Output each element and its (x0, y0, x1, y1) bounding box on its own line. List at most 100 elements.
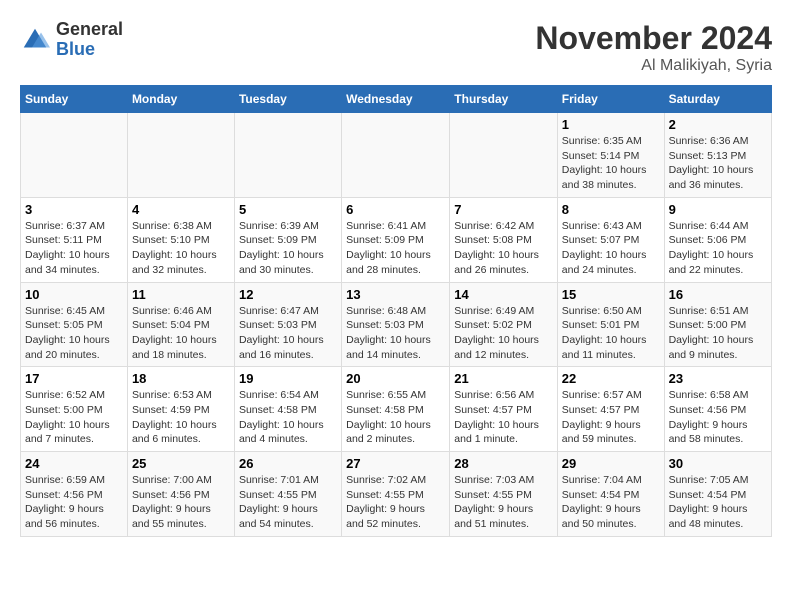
day-info: Sunrise: 6:38 AM Sunset: 5:10 PM Dayligh… (132, 219, 230, 278)
day-number: 26 (239, 456, 337, 471)
day-number: 2 (669, 117, 767, 132)
main-title: November 2024 (535, 20, 772, 57)
day-info: Sunrise: 7:05 AM Sunset: 4:54 PM Dayligh… (669, 473, 767, 532)
calendar-cell: 23Sunrise: 6:58 AM Sunset: 4:56 PM Dayli… (664, 367, 771, 452)
day-info: Sunrise: 7:02 AM Sunset: 4:55 PM Dayligh… (346, 473, 445, 532)
day-number: 1 (562, 117, 660, 132)
header-row: SundayMondayTuesdayWednesdayThursdayFrid… (21, 86, 772, 113)
day-info: Sunrise: 6:48 AM Sunset: 5:03 PM Dayligh… (346, 304, 445, 363)
day-number: 24 (25, 456, 123, 471)
calendar-cell: 2 Sunrise: 6:36 AM Sunset: 5:13 PM Daylig… (664, 113, 771, 198)
calendar-cell: 3Sunrise: 6:37 AM Sunset: 5:11 PM Daylig… (21, 197, 128, 282)
day-number: 15 (562, 287, 660, 302)
day-info: Sunrise: 6:57 AM Sunset: 4:57 PM Dayligh… (562, 388, 660, 447)
week-row-4: 17 Sunrise: 6:52 AM Sunset: 5:00 PM Dayli… (21, 367, 772, 452)
day-info: Sunrise: 6:49 AM Sunset: 5:02 PM Dayligh… (454, 304, 553, 363)
header-cell-sunday: Sunday (21, 86, 128, 113)
day-info: Sunrise: 6:59 AM Sunset: 4:56 PM Dayligh… (25, 473, 123, 532)
day-info: Sunrise: 6:54 AM Sunset: 4:58 PM Dayligh… (239, 388, 337, 447)
day-number: 12 (239, 287, 337, 302)
sub-title: Al Malikiyah, Syria (535, 57, 772, 75)
calendar-cell (127, 113, 234, 198)
calendar-cell: 28 Sunrise: 7:03 AM Sunset: 4:55 PM Dayli… (450, 452, 558, 537)
day-info: Sunrise: 6:39 AM Sunset: 5:09 PM Dayligh… (239, 219, 337, 278)
week-row-1: 1 Sunrise: 6:35 AM Sunset: 5:14 PM Daylig… (21, 113, 772, 198)
calendar-cell: 27 Sunrise: 7:02 AM Sunset: 4:55 PM Dayli… (342, 452, 450, 537)
day-info: Sunrise: 7:01 AM Sunset: 4:55 PM Dayligh… (239, 473, 337, 532)
calendar-cell: 6 Sunrise: 6:41 AM Sunset: 5:09 PM Daylig… (342, 197, 450, 282)
calendar-header: SundayMondayTuesdayWednesdayThursdayFrid… (21, 86, 772, 113)
day-number: 20 (346, 371, 445, 386)
week-row-3: 10Sunrise: 6:45 AM Sunset: 5:05 PM Dayli… (21, 282, 772, 367)
day-info: Sunrise: 7:04 AM Sunset: 4:54 PM Dayligh… (562, 473, 660, 532)
calendar-cell: 15 Sunrise: 6:50 AM Sunset: 5:01 PM Dayli… (557, 282, 664, 367)
calendar-cell: 4 Sunrise: 6:38 AM Sunset: 5:10 PM Daylig… (127, 197, 234, 282)
day-number: 27 (346, 456, 445, 471)
header-cell-monday: Monday (127, 86, 234, 113)
header-cell-thursday: Thursday (450, 86, 558, 113)
calendar-cell: 8 Sunrise: 6:43 AM Sunset: 5:07 PM Daylig… (557, 197, 664, 282)
header-cell-saturday: Saturday (664, 86, 771, 113)
calendar-table: SundayMondayTuesdayWednesdayThursdayFrid… (20, 85, 772, 537)
calendar-cell: 26 Sunrise: 7:01 AM Sunset: 4:55 PM Dayli… (234, 452, 341, 537)
day-number: 16 (669, 287, 767, 302)
calendar-cell: 7Sunrise: 6:42 AM Sunset: 5:08 PM Daylig… (450, 197, 558, 282)
day-info: Sunrise: 6:50 AM Sunset: 5:01 PM Dayligh… (562, 304, 660, 363)
calendar-cell: 22Sunrise: 6:57 AM Sunset: 4:57 PM Dayli… (557, 367, 664, 452)
calendar-cell: 12 Sunrise: 6:47 AM Sunset: 5:03 PM Dayli… (234, 282, 341, 367)
day-info: Sunrise: 6:36 AM Sunset: 5:13 PM Dayligh… (669, 134, 767, 193)
calendar-cell: 13 Sunrise: 6:48 AM Sunset: 5:03 PM Dayli… (342, 282, 450, 367)
day-number: 13 (346, 287, 445, 302)
day-info: Sunrise: 6:52 AM Sunset: 5:00 PM Dayligh… (25, 388, 123, 447)
day-info: Sunrise: 6:41 AM Sunset: 5:09 PM Dayligh… (346, 219, 445, 278)
calendar-cell: 17 Sunrise: 6:52 AM Sunset: 5:00 PM Dayli… (21, 367, 128, 452)
logo-text: General Blue (56, 20, 123, 60)
calendar-cell: 24 Sunrise: 6:59 AM Sunset: 4:56 PM Dayli… (21, 452, 128, 537)
calendar-cell: 30Sunrise: 7:05 AM Sunset: 4:54 PM Dayli… (664, 452, 771, 537)
calendar-cell (234, 113, 341, 198)
header-cell-friday: Friday (557, 86, 664, 113)
day-info: Sunrise: 6:46 AM Sunset: 5:04 PM Dayligh… (132, 304, 230, 363)
day-info: Sunrise: 6:35 AM Sunset: 5:14 PM Dayligh… (562, 134, 660, 193)
calendar-cell: 21 Sunrise: 6:56 AM Sunset: 4:57 PM Dayli… (450, 367, 558, 452)
calendar-cell (450, 113, 558, 198)
day-number: 25 (132, 456, 230, 471)
header-cell-wednesday: Wednesday (342, 86, 450, 113)
calendar-cell: 20 Sunrise: 6:55 AM Sunset: 4:58 PM Dayli… (342, 367, 450, 452)
day-number: 17 (25, 371, 123, 386)
logo-icon (20, 25, 50, 55)
day-info: Sunrise: 7:00 AM Sunset: 4:56 PM Dayligh… (132, 473, 230, 532)
day-info: Sunrise: 6:51 AM Sunset: 5:00 PM Dayligh… (669, 304, 767, 363)
calendar-cell: 1 Sunrise: 6:35 AM Sunset: 5:14 PM Daylig… (557, 113, 664, 198)
calendar-cell (342, 113, 450, 198)
day-number: 11 (132, 287, 230, 302)
day-info: Sunrise: 6:56 AM Sunset: 4:57 PM Dayligh… (454, 388, 553, 447)
day-info: Sunrise: 6:37 AM Sunset: 5:11 PM Dayligh… (25, 219, 123, 278)
header: General Blue November 2024 Al Malikiyah,… (20, 20, 772, 75)
day-info: Sunrise: 6:55 AM Sunset: 4:58 PM Dayligh… (346, 388, 445, 447)
calendar-cell: 19Sunrise: 6:54 AM Sunset: 4:58 PM Dayli… (234, 367, 341, 452)
calendar-body: 1 Sunrise: 6:35 AM Sunset: 5:14 PM Daylig… (21, 113, 772, 537)
day-number: 4 (132, 202, 230, 217)
day-number: 6 (346, 202, 445, 217)
day-number: 8 (562, 202, 660, 217)
day-info: Sunrise: 6:43 AM Sunset: 5:07 PM Dayligh… (562, 219, 660, 278)
day-info: Sunrise: 6:53 AM Sunset: 4:59 PM Dayligh… (132, 388, 230, 447)
day-number: 18 (132, 371, 230, 386)
day-number: 29 (562, 456, 660, 471)
calendar-cell: 29 Sunrise: 7:04 AM Sunset: 4:54 PM Dayli… (557, 452, 664, 537)
logo: General Blue (20, 20, 123, 60)
calendar-cell: 11 Sunrise: 6:46 AM Sunset: 5:04 PM Dayli… (127, 282, 234, 367)
day-number: 28 (454, 456, 553, 471)
calendar-cell: 5Sunrise: 6:39 AM Sunset: 5:09 PM Daylig… (234, 197, 341, 282)
day-number: 21 (454, 371, 553, 386)
day-number: 7 (454, 202, 553, 217)
calendar-cell: 25 Sunrise: 7:00 AM Sunset: 4:56 PM Dayli… (127, 452, 234, 537)
calendar-cell: 9Sunrise: 6:44 AM Sunset: 5:06 PM Daylig… (664, 197, 771, 282)
day-number: 23 (669, 371, 767, 386)
day-info: Sunrise: 7:03 AM Sunset: 4:55 PM Dayligh… (454, 473, 553, 532)
day-number: 14 (454, 287, 553, 302)
calendar-cell: 16 Sunrise: 6:51 AM Sunset: 5:00 PM Dayli… (664, 282, 771, 367)
calendar-cell: 18 Sunrise: 6:53 AM Sunset: 4:59 PM Dayli… (127, 367, 234, 452)
day-info: Sunrise: 6:47 AM Sunset: 5:03 PM Dayligh… (239, 304, 337, 363)
